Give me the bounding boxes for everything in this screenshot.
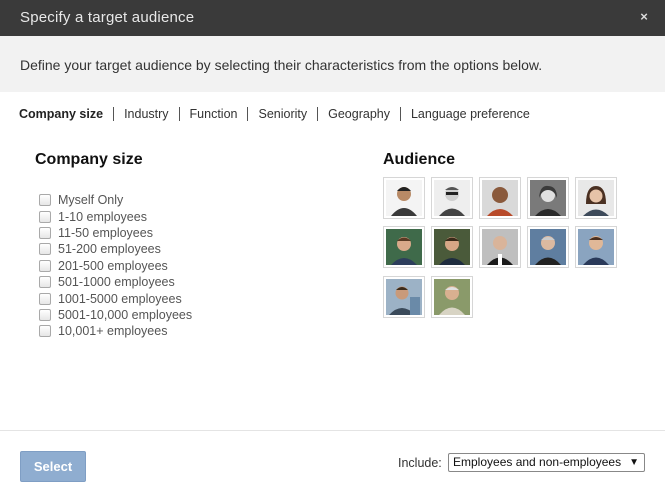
checkbox-label: 51-200 employees xyxy=(58,242,161,257)
person-photo-icon xyxy=(434,229,470,265)
dialog-title: Specify a target audience xyxy=(20,9,195,26)
tab-function[interactable]: Function xyxy=(178,107,248,121)
checkbox-label: 501-1000 employees xyxy=(58,275,175,290)
checkbox-option[interactable]: 10,001+ employees xyxy=(39,323,192,339)
checkbox-label: 11-50 employees xyxy=(58,225,153,240)
checkbox[interactable] xyxy=(39,210,51,223)
person-photo-icon xyxy=(482,180,518,216)
criteria-tabs: Company size Industry Function Seniority… xyxy=(19,106,540,122)
person-photo-icon xyxy=(434,279,470,315)
intro-banner: Define your target audience by selecting… xyxy=(0,36,665,92)
tab-geography[interactable]: Geography xyxy=(317,107,400,121)
checkbox-option[interactable]: 1-10 employees xyxy=(39,208,192,224)
person-photo-icon xyxy=(578,229,614,265)
checkbox-option[interactable]: 201-500 employees xyxy=(39,258,192,274)
tab-seniority[interactable]: Seniority xyxy=(247,107,317,121)
checkbox[interactable] xyxy=(39,243,51,256)
dropdown-arrow-icon: ▼ xyxy=(629,457,639,468)
checkbox-label: Myself Only xyxy=(58,193,124,208)
tab-company-size[interactable]: Company size xyxy=(19,107,113,121)
avatar xyxy=(383,177,425,219)
dialog-titlebar: Specify a target audience × xyxy=(0,0,665,36)
include-label: Include: xyxy=(398,456,442,470)
avatar xyxy=(383,226,425,268)
avatar xyxy=(479,226,521,268)
checkbox-option[interactable]: 11-50 employees xyxy=(39,225,192,241)
checkbox[interactable] xyxy=(39,292,51,305)
person-photo-icon xyxy=(482,229,518,265)
checkbox-option[interactable]: 1001-5000 employees xyxy=(39,290,192,306)
avatar xyxy=(527,226,569,268)
avatar xyxy=(383,276,425,318)
tab-language-preference[interactable]: Language preference xyxy=(399,107,540,121)
checkbox[interactable] xyxy=(39,276,51,289)
include-select-value: Employees and non-employees xyxy=(453,455,622,469)
person-photo-icon xyxy=(434,180,470,216)
close-icon[interactable]: × xyxy=(637,10,651,24)
checkbox[interactable] xyxy=(39,325,51,338)
intro-text: Define your target audience by selecting… xyxy=(20,57,543,73)
person-photo-icon xyxy=(386,180,422,216)
person-photo-icon xyxy=(386,279,422,315)
person-photo-icon xyxy=(530,229,566,265)
company-size-checklist: Myself Only 1-10 employees 11-50 employe… xyxy=(39,192,192,340)
company-size-heading: Company size xyxy=(35,151,143,168)
avatar xyxy=(431,276,473,318)
select-button[interactable]: Select xyxy=(20,451,86,482)
checkbox-option[interactable]: 51-200 employees xyxy=(39,241,192,257)
checkbox-label: 201-500 employees xyxy=(58,258,168,273)
avatar xyxy=(431,177,473,219)
tab-industry[interactable]: Industry xyxy=(113,107,178,121)
checkbox-label: 5001-10,000 employees xyxy=(58,307,193,322)
checkbox-option[interactable]: 5001-10,000 employees xyxy=(39,307,192,323)
footer-divider xyxy=(0,430,665,431)
checkbox-label: 1001-5000 employees xyxy=(58,291,182,306)
person-photo-icon xyxy=(386,229,422,265)
checkbox-option[interactable]: Myself Only xyxy=(39,192,192,208)
checkbox[interactable] xyxy=(39,259,51,272)
checkbox[interactable] xyxy=(39,308,51,321)
include-select[interactable]: Employees and non-employees ▼ xyxy=(448,453,645,472)
person-photo-icon xyxy=(530,180,566,216)
person-photo-icon xyxy=(578,180,614,216)
checkbox-label: 10,001+ employees xyxy=(58,324,168,339)
checkbox-option[interactable]: 501-1000 employees xyxy=(39,274,192,290)
avatar xyxy=(575,177,617,219)
audience-heading: Audience xyxy=(383,151,456,168)
avatar xyxy=(575,226,617,268)
avatar xyxy=(527,177,569,219)
avatar xyxy=(431,226,473,268)
checkbox[interactable] xyxy=(39,194,51,207)
checkbox[interactable] xyxy=(39,226,51,239)
checkbox-label: 1-10 employees xyxy=(58,209,147,224)
avatar xyxy=(479,177,521,219)
